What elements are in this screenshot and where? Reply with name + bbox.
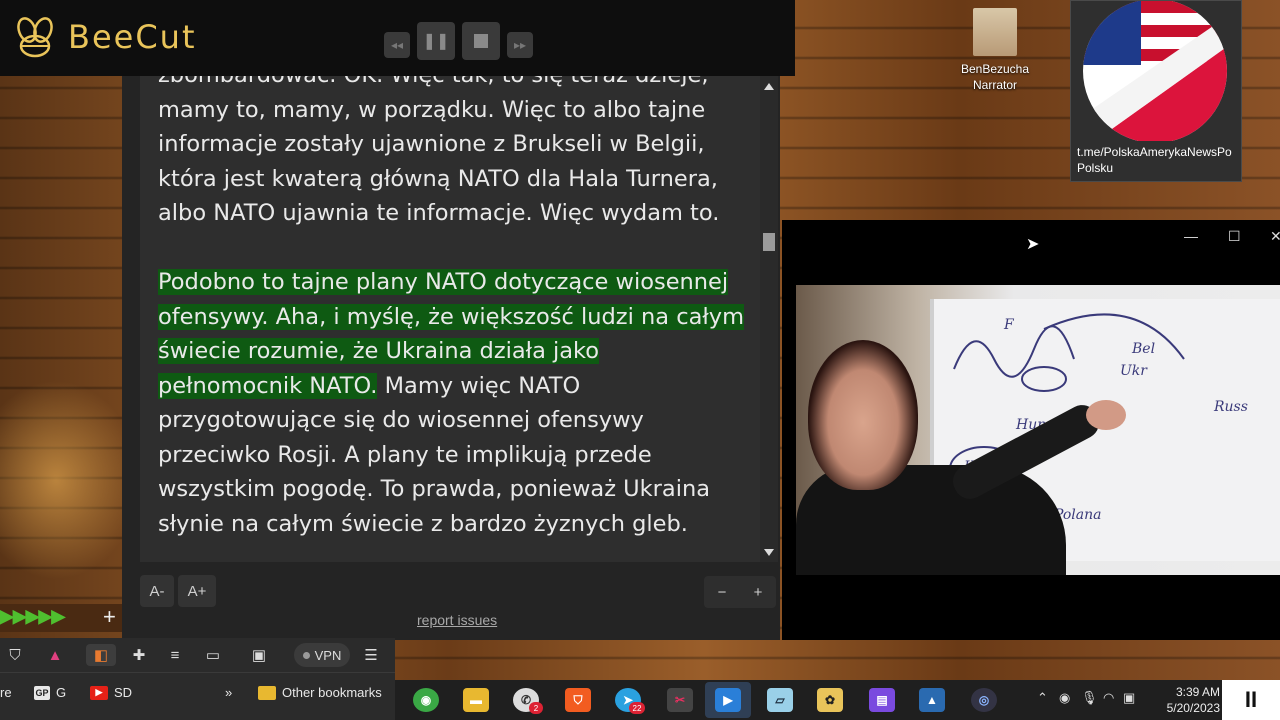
scroll-thumb[interactable] — [763, 233, 775, 251]
menu-icon[interactable]: ☰ — [360, 644, 382, 666]
app-name: BeeCut — [68, 18, 197, 56]
caption-paragraph: Podobno to tajne plany NATO dotyczące wi… — [158, 265, 748, 541]
zoom-out-button[interactable]: − — [704, 584, 740, 601]
pause-button[interactable]: ❚❚ — [417, 22, 455, 60]
stop-icon — [474, 34, 488, 48]
youtube-icon: ▶ — [90, 685, 108, 700]
close-icon[interactable]: ✕ — [1270, 228, 1280, 245]
android-app-icon[interactable]: ◉ — [413, 688, 439, 712]
tray-overflow-icon[interactable]: ⌃ — [1037, 690, 1048, 706]
rewind-icon: ◂◂ — [390, 38, 404, 52]
notes-app-icon[interactable]: ▱ — [767, 688, 793, 712]
photos-icon[interactable]: ▲ — [919, 688, 945, 712]
screen-recorder-icon[interactable]: ▶ — [715, 688, 741, 712]
presenter-head — [808, 340, 918, 490]
windows-taskbar: ◉ ▬ ✆ 2 ⛉ ➤ 22 ✂ ▶ ▱ ✿ ▤ ▲ ◎ ⌃ ◉ 🎙 ◠ ▣ — [395, 680, 1280, 720]
wifi-icon[interactable]: ◠ — [1103, 690, 1114, 706]
whiteboard-label: Ukr — [1120, 363, 1147, 379]
desktop-icon-label[interactable]: t.me/PolskaAmerykaNewsPo Polsku — [1077, 144, 1243, 176]
bookmark-item[interactable]: re — [0, 685, 12, 700]
beecut-header: BeeCut ◂◂ ❚❚ ▸▸ — [0, 0, 795, 76]
vpn-button[interactable]: VPN — [294, 643, 350, 667]
video-editor-icon[interactable]: ▤ — [869, 688, 895, 712]
report-issues-link[interactable]: report issues — [417, 612, 497, 628]
pause-icon: ❚❚ — [422, 33, 450, 50]
new-tab-button[interactable]: + — [103, 604, 116, 630]
folder-icon — [258, 685, 276, 700]
file-explorer-icon[interactable]: ▬ — [463, 688, 489, 712]
wallet-icon[interactable]: ▣ — [248, 644, 270, 666]
tray-app-icon[interactable]: ◉ — [1059, 690, 1070, 706]
mouse-cursor-icon: ➤ — [1026, 236, 1040, 253]
font-larger-button[interactable]: A+ — [178, 575, 216, 607]
snipping-tool-icon[interactable]: ✂ — [667, 688, 693, 712]
microphone-icon[interactable]: 🎙 — [1081, 690, 1098, 706]
brave-browser-icon[interactable]: ⛉ — [565, 688, 591, 712]
playlist-icon[interactable]: ≡ — [164, 644, 186, 666]
caption-scrollbar[interactable] — [760, 76, 778, 562]
beecut-logo-icon — [17, 17, 53, 58]
beecut-taskbar-icon[interactable]: ✿ — [817, 688, 843, 712]
bookmark-item[interactable]: GP G — [34, 685, 66, 700]
scroll-up-arrow-icon[interactable] — [764, 83, 774, 90]
recording-pause-button[interactable]: II — [1222, 680, 1280, 720]
bookmark-item[interactable]: ▶ SD — [90, 685, 132, 700]
brave-shield-icon[interactable]: ⛉ — [4, 644, 26, 666]
presenter-hand — [1086, 400, 1126, 430]
brave-rewards-icon[interactable]: ▲ — [44, 644, 66, 666]
vpn-status-icon — [302, 651, 310, 659]
whiteboard-label: F — [1004, 317, 1014, 333]
gp-icon: GP — [34, 685, 50, 700]
browser-toolbar: ⛉ ▲ ◧ ✚ ≡ ▭ ▣ VPN ☰ — [0, 638, 395, 672]
telegram-badge: 22 — [629, 702, 645, 714]
caption-paragraph: zbombardować. OK. Więc tak, to się teraz… — [158, 76, 720, 226]
narrator-avatar[interactable] — [973, 8, 1017, 56]
fast-forward-icon: ▸▸ — [513, 38, 527, 52]
video-window[interactable]: — ☐ ✕ ➤ F Bel Ukr Russ Hung INL Polana — [782, 220, 1280, 640]
whiteboard-label: Bel — [1132, 341, 1156, 357]
bookmarks-bar: re GP G ▶ SD » Other bookmarks — [0, 672, 395, 720]
video-frame: F Bel Ukr Russ Hung INL Polana — [796, 285, 1280, 575]
stop-button[interactable] — [462, 22, 500, 60]
taskbar-clock[interactable]: 3:39 AM 5/20/2023 — [1160, 684, 1220, 716]
vpn-label: VPN — [314, 647, 342, 663]
caption-box: zbombardować. OK. Więc tak, to się teraz… — [140, 76, 762, 562]
caption-text: zbombardować. OK. Więc tak, to się teraz… — [158, 76, 748, 562]
extension-active-icon[interactable]: ◧ — [86, 644, 116, 666]
sidebar-icon[interactable]: ▭ — [202, 644, 224, 666]
zoom-in-button[interactable]: + — [740, 584, 776, 601]
display-icon[interactable]: ▣ — [1123, 690, 1135, 706]
whiteboard-label: Russ — [1214, 399, 1248, 415]
maximize-icon[interactable]: ☐ — [1228, 228, 1241, 245]
zoom-controls: − + — [704, 576, 776, 608]
other-bookmarks-folder[interactable]: Other bookmarks — [258, 685, 382, 700]
wallpaper-lamp-glow — [0, 380, 140, 580]
whatsapp-badge: 2 — [529, 702, 543, 714]
bookmarks-overflow-button[interactable]: » — [225, 685, 232, 700]
extensions-puzzle-icon[interactable]: ✚ — [128, 644, 150, 666]
minimize-icon[interactable]: — — [1184, 228, 1198, 244]
rewind-button[interactable]: ◂◂ — [384, 32, 410, 58]
tab-favicons[interactable]: ▶▶▶▶▶ — [0, 606, 65, 627]
us-poland-flag-icon — [1083, 1, 1227, 141]
scroll-down-arrow-icon[interactable] — [764, 549, 774, 556]
desktop-icon-label[interactable]: BenBezucha Narrator — [948, 61, 1042, 93]
media-player-icon[interactable]: ◎ — [971, 688, 997, 712]
font-smaller-button[interactable]: A- — [140, 575, 174, 607]
fast-forward-button[interactable]: ▸▸ — [507, 32, 533, 58]
caption-panel: zbombardować. OK. Więc tak, to się teraz… — [122, 76, 780, 640]
